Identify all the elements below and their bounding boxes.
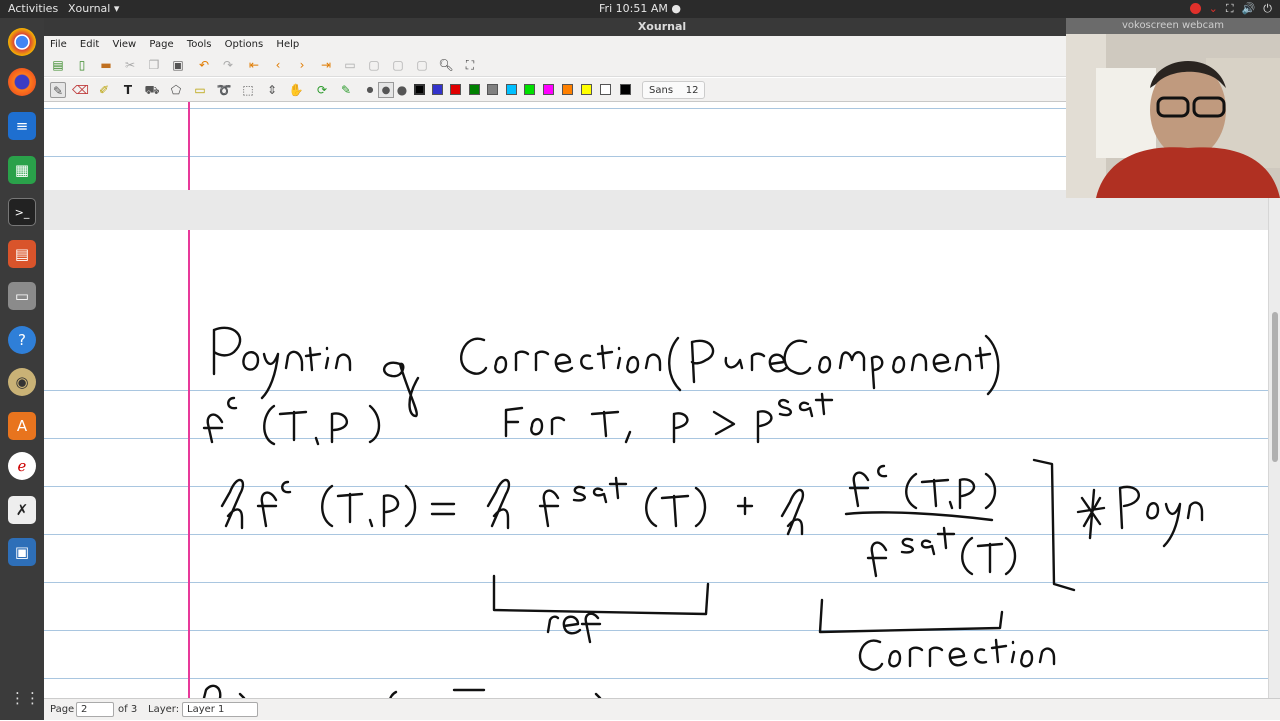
zoom-fit-icon[interactable]: ▢ [366, 57, 382, 73]
first-page-icon[interactable]: ⇤ [246, 57, 262, 73]
chevron-down-icon[interactable]: ⌄ [1209, 0, 1218, 18]
color-orange[interactable] [562, 84, 573, 95]
color-blue[interactable] [432, 84, 443, 95]
files-icon[interactable]: ▭ [8, 282, 36, 310]
copy-icon[interactable]: ❐ [146, 57, 162, 73]
open-folder-icon[interactable]: ▬ [98, 57, 114, 73]
zoom-out-icon[interactable]: ▭ [342, 57, 358, 73]
rect-select-icon[interactable]: ⬚ [240, 82, 256, 98]
layer-value: Layer 1 [187, 704, 225, 715]
color-red[interactable] [450, 84, 461, 95]
text-tool-icon[interactable]: T [120, 82, 136, 98]
color-green[interactable] [469, 84, 480, 95]
menu-edit[interactable]: Edit [80, 39, 99, 50]
software-icon[interactable]: A [8, 412, 36, 440]
webcam-title: vokoscreen webcam [1121, 20, 1225, 31]
lasso-icon[interactable]: ➰ [216, 82, 232, 98]
color-black[interactable] [414, 84, 425, 95]
volume-icon[interactable]: 🔊 [1242, 0, 1256, 18]
fullscreen-icon[interactable]: ⛶ [462, 57, 478, 73]
page-label: Page [50, 704, 75, 715]
new-file-icon[interactable]: ▤ [50, 57, 66, 73]
font-name: Sans [649, 85, 674, 96]
highlighter-icon[interactable]: ✐ [96, 82, 112, 98]
impress-icon[interactable]: ▤ [8, 240, 36, 268]
webcam-feed [1066, 34, 1280, 198]
xournal-icon[interactable]: ℯ [8, 452, 36, 480]
color-magenta[interactable] [543, 84, 554, 95]
vertical-space-icon[interactable]: ⇕ [264, 82, 280, 98]
firefox-icon[interactable] [8, 68, 36, 96]
paste-icon[interactable]: ▣ [170, 57, 186, 73]
zoom-width-icon[interactable]: ▢ [414, 57, 430, 73]
default-pen-icon[interactable]: ✎ [338, 82, 354, 98]
color-custom[interactable] [620, 84, 631, 95]
help-icon[interactable]: ? [8, 326, 36, 354]
last-page-icon[interactable]: ⇥ [318, 57, 334, 73]
page-count: of 3 [118, 704, 138, 715]
power-icon[interactable]: ⏻ [1263, 0, 1272, 18]
xournal-pen-icon[interactable]: ✗ [8, 496, 36, 524]
search-icon[interactable]: 🔍︎ [438, 57, 454, 73]
color-white[interactable] [600, 84, 611, 95]
chrome-icon[interactable] [8, 28, 36, 56]
network-icon[interactable]: ⛶ [1226, 0, 1234, 18]
font-size: 12 [685, 85, 699, 96]
layer-label: Layer: [148, 704, 180, 715]
eraser-icon[interactable]: ⌫ [72, 82, 89, 98]
calc-icon[interactable]: ▦ [8, 156, 36, 184]
page-number: 2 [81, 704, 88, 715]
default-tool-icon[interactable]: ⟳ [314, 82, 330, 98]
undo-icon[interactable]: ↶ [196, 57, 212, 73]
webcam-overlay[interactable]: vokoscreen webcam [1066, 18, 1280, 198]
image-tool-icon[interactable]: ⛟ [144, 82, 160, 98]
pen-icon[interactable]: ✎ [50, 82, 66, 98]
hand-icon[interactable]: ✋ [288, 82, 304, 98]
medium-pen-icon[interactable]: ● [378, 82, 394, 98]
font-button[interactable]: Sans 12 [642, 81, 706, 99]
clock[interactable]: Fri 10:51 AM ● [0, 0, 1280, 18]
scrollbar-thumb[interactable] [1272, 312, 1278, 462]
menu-options[interactable]: Options [225, 39, 264, 50]
status-bar: Page 2 of 3 Layer: Layer 1 [44, 698, 1280, 720]
new-page-icon[interactable]: ▯ [74, 57, 90, 73]
menu-page[interactable]: Page [149, 39, 173, 50]
page-spinner[interactable]: 2 [76, 702, 114, 717]
system-top-bar: Activities Xournal ▾ Fri 10:51 AM ● ⌄ ⛶ … [0, 0, 1280, 18]
menu-view[interactable]: View [112, 39, 136, 50]
menu-help[interactable]: Help [276, 39, 299, 50]
cut-icon[interactable]: ✂ [122, 57, 138, 73]
color-lightgreen[interactable] [524, 84, 535, 95]
ruler-icon[interactable]: ▭ [192, 82, 208, 98]
system-tray[interactable]: ⌄ ⛶ 🔊 ⏻ [1189, 0, 1272, 18]
menu-tools[interactable]: Tools [187, 39, 212, 50]
next-page-icon[interactable]: › [294, 57, 310, 73]
screenshot-icon[interactable]: ▣ [8, 538, 36, 566]
record-icon[interactable] [1189, 3, 1201, 14]
color-yellow[interactable] [581, 84, 592, 95]
prev-page-icon[interactable]: ‹ [270, 57, 286, 73]
zoom-100-icon[interactable]: ▢ [390, 57, 406, 73]
speaker-icon[interactable]: ◉ [8, 368, 36, 396]
show-apps-icon[interactable]: ⋮⋮⋮ [10, 686, 55, 710]
color-lightblue[interactable] [506, 84, 517, 95]
writer-icon[interactable]: ≡ [8, 112, 36, 140]
terminal-icon[interactable]: >_ [8, 198, 36, 226]
layer-select[interactable]: Layer 1 [182, 702, 258, 717]
dock: ≡ ▦ >_ ▤ ▭ ? ◉ A ℯ ✗ ▣ ⋮⋮⋮ [0, 18, 55, 720]
color-gray[interactable] [487, 84, 498, 95]
redo-icon[interactable]: ↷ [220, 57, 236, 73]
thick-pen-icon[interactable]: ● [394, 82, 410, 98]
thin-pen-icon[interactable]: ● [362, 82, 378, 98]
menu-file[interactable]: File [50, 39, 67, 50]
shape-recognizer-icon[interactable]: ⬠ [168, 82, 184, 98]
